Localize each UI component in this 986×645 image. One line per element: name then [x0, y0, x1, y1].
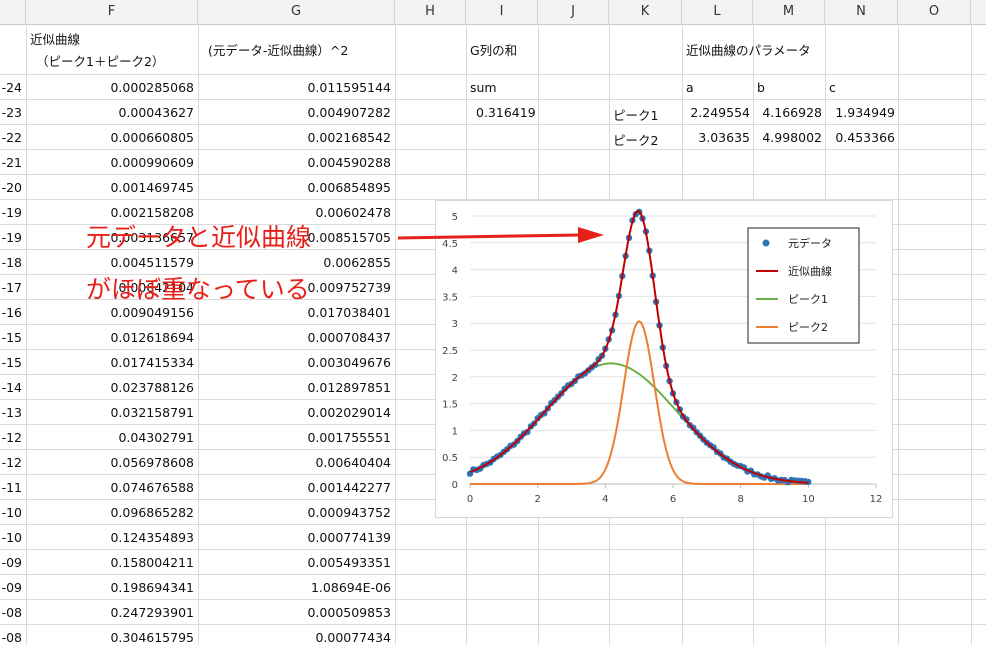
annotation-line1: 元データと近似曲線 — [86, 223, 312, 252]
annotation-arrow-head — [578, 227, 604, 243]
spreadsheet[interactable]: F G H I J K L M N O 近似曲線 （ピーク1＋ピーク2） (元デ… — [0, 0, 986, 645]
annotation-arrow-layer — [397, 227, 604, 243]
annotation-line2: がほぼ重なっている — [86, 275, 310, 304]
annotation-arrow-line — [397, 233, 581, 240]
